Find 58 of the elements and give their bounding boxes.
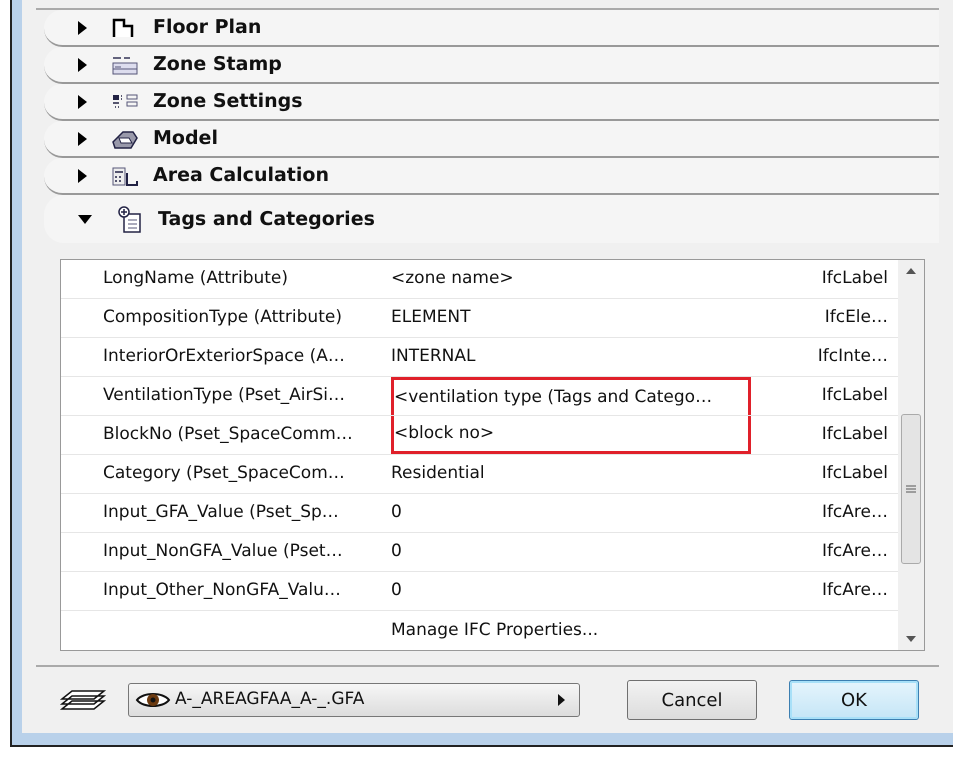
manage-properties-link[interactable]: Manage IFC Properties... bbox=[391, 618, 598, 644]
section-header[interactable]: Model bbox=[44, 121, 939, 158]
property-type: IfcLabel bbox=[820, 384, 889, 408]
section-title: Zone Stamp bbox=[153, 52, 282, 78]
property-type: IfcInte… bbox=[816, 345, 889, 368]
property-value[interactable]: 0 bbox=[391, 533, 751, 571]
section-title: Tags and Categories bbox=[158, 206, 375, 232]
property-name: Input_Other_NonGFA_Valu… bbox=[102, 579, 342, 602]
property-name: CompositionType (Attribute) bbox=[102, 306, 343, 330]
property-name: Input_NonGFA_Value (Pset… bbox=[102, 540, 344, 564]
property-value[interactable]: 0 bbox=[391, 572, 751, 610]
submenu-arrow-icon bbox=[558, 694, 565, 706]
expand-triangle-icon bbox=[78, 20, 87, 34]
section-header[interactable]: Area Calculation bbox=[44, 158, 939, 195]
scroll-up-icon[interactable] bbox=[906, 268, 916, 274]
section-title: Model bbox=[153, 126, 218, 152]
expand-triangle-icon bbox=[78, 168, 87, 182]
scroll-down-icon[interactable] bbox=[906, 636, 916, 642]
section-title: Area Calculation bbox=[153, 163, 329, 188]
tag-list-icon bbox=[116, 204, 144, 234]
property-type: IfcAre… bbox=[820, 501, 889, 524]
collapse-triangle-icon bbox=[78, 214, 92, 224]
property-name: Category (Pset_SpaceCom… bbox=[102, 462, 346, 486]
eye-icon bbox=[135, 690, 171, 710]
section-header[interactable]: Zone Settings bbox=[44, 84, 939, 121]
property-type: IfcLabel bbox=[820, 267, 889, 290]
section-header[interactable]: Floor Plan bbox=[44, 10, 939, 47]
property-value[interactable]: <zone name> bbox=[391, 260, 751, 298]
section-title: Zone Settings bbox=[153, 89, 303, 114]
property-type: IfcEle… bbox=[824, 306, 889, 330]
property-type: IfcLabel bbox=[820, 462, 889, 486]
property-type: IfcAre… bbox=[820, 540, 889, 564]
property-name: LongName (Attribute) bbox=[102, 267, 290, 290]
property-value[interactable]: <ventilation type (Tags and Catego… bbox=[391, 377, 751, 415]
property-name: BlockNo (Pset_SpaceComm… bbox=[102, 423, 354, 446]
section-header[interactable]: Tags and Categories bbox=[44, 195, 939, 243]
section-title: Floor Plan bbox=[153, 15, 262, 40]
property-type: IfcAre… bbox=[820, 579, 889, 602]
grip-icon bbox=[906, 485, 916, 493]
layer-dropdown[interactable]: A-_AREAGFAA_A-_.GFA bbox=[128, 683, 580, 717]
dialog-button[interactable]: OK bbox=[789, 680, 919, 720]
property-value[interactable]: <block no> bbox=[391, 416, 751, 454]
property-name: Input_GFA_Value (Pset_Sp… bbox=[102, 501, 340, 524]
property-value[interactable]: 0 bbox=[391, 494, 751, 532]
property-name: InteriorOrExteriorSpace (A… bbox=[102, 345, 346, 368]
section-header[interactable]: Zone Stamp bbox=[44, 47, 939, 84]
expand-triangle-icon bbox=[78, 58, 87, 72]
property-name: VentilationType (Pset_AirSi… bbox=[102, 384, 346, 408]
property-value[interactable]: INTERNAL bbox=[391, 338, 751, 376]
property-type: IfcLabel bbox=[820, 423, 889, 446]
property-value[interactable]: ELEMENT bbox=[391, 299, 751, 337]
property-value[interactable]: Residential bbox=[391, 455, 751, 493]
expand-triangle-icon bbox=[78, 94, 87, 108]
dialog-button[interactable]: Cancel bbox=[627, 680, 757, 720]
scrollbar[interactable] bbox=[898, 260, 924, 650]
calculator-icon bbox=[111, 164, 139, 186]
scroll-thumb[interactable] bbox=[901, 414, 921, 564]
expand-triangle-icon bbox=[78, 132, 87, 146]
